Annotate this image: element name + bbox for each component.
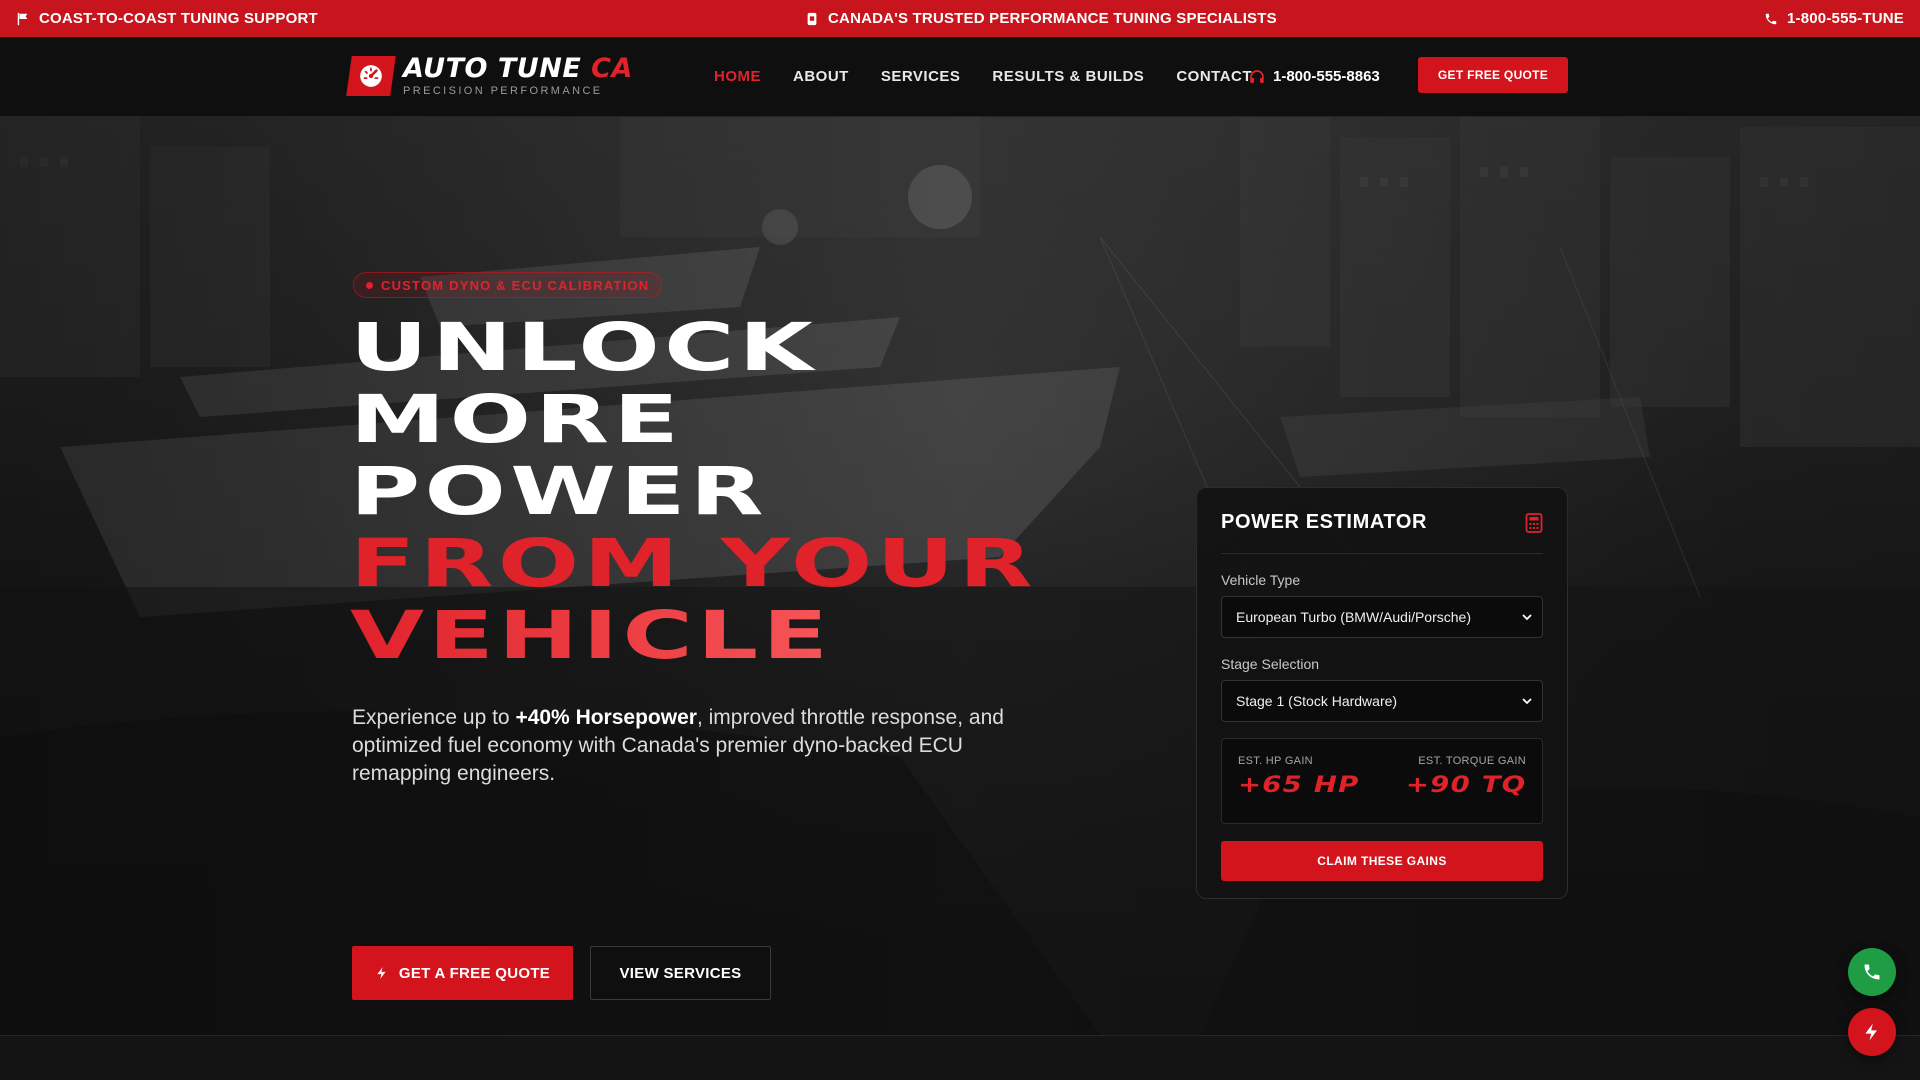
torque-gain-value: +90 TQ <box>1405 773 1526 798</box>
get-free-quote-button[interactable]: GET FREE QUOTE <box>1418 57 1568 93</box>
nav-phone-link[interactable]: 1-800-555-8863 <box>1248 37 1380 116</box>
nav-phone-text: 1-800-555-8863 <box>1273 68 1380 85</box>
chevron-down-icon <box>1522 614 1532 621</box>
estimator-results: EST. HP GAIN +65 HP EST. TORQUE GAIN +90… <box>1221 738 1543 824</box>
hp-gain-label: EST. HP GAIN <box>1238 755 1313 767</box>
stage-selection-select[interactable]: Stage 1 (Stock Hardware) <box>1221 680 1543 722</box>
phone-icon <box>1765 13 1777 24</box>
site-logo[interactable]: AUTO TUNE CA PRECISION PERFORMANCE <box>346 55 633 98</box>
hp-gain-value: +65 HP <box>1238 773 1360 798</box>
claim-these-gains-button[interactable]: CLAIM THESE GAINS <box>1221 841 1543 881</box>
floating-quote-button[interactable] <box>1848 1008 1896 1056</box>
badge-icon <box>807 12 817 25</box>
vehicle-type-label: Vehicle Type <box>1221 572 1301 588</box>
headline-line-5: VEHICLE <box>350 600 1037 672</box>
next-section-edge <box>0 1035 1920 1080</box>
headset-icon <box>1250 69 1264 83</box>
headline-line-3: POWER <box>350 453 768 530</box>
torque-gain-result: EST. TORQUE GAIN +90 TQ <box>1405 755 1526 823</box>
torque-gain-label: EST. TORQUE GAIN <box>1418 755 1526 767</box>
flag-icon <box>17 12 28 25</box>
hero-lead-text: Experience up to +40% Horsepower, improv… <box>352 704 1032 788</box>
lightning-icon <box>377 967 386 979</box>
nav-item-services[interactable]: SERVICES <box>881 68 961 85</box>
headline-line-4: FROM YOUR <box>350 525 1037 602</box>
headline-line-2: MORE <box>350 381 684 458</box>
logo-text: AUTO TUNE CA PRECISION PERFORMANCE <box>403 55 633 98</box>
vehicle-type-select[interactable]: European Turbo (BMW/Audi/Porsche) <box>1221 596 1543 638</box>
estimator-header: POWER ESTIMATOR <box>1221 488 1543 554</box>
power-estimator-card: POWER ESTIMATOR Vehicle Type European Tu… <box>1196 487 1568 899</box>
nav-item-results-builds[interactable]: RESULTS & BUILDS <box>992 68 1144 85</box>
lightning-icon <box>1865 1023 1877 1041</box>
primary-button-label: GET A FREE QUOTE <box>398 964 551 982</box>
view-services-button[interactable]: VIEW SERVICES <box>590 946 771 1000</box>
floating-call-button[interactable] <box>1848 948 1896 996</box>
nav-item-contact[interactable]: CONTACT <box>1176 68 1252 85</box>
lead-highlight: +40% Horsepower <box>515 706 697 729</box>
logo-title: AUTO TUNE CA <box>403 55 633 83</box>
topbar-phone-link[interactable]: 1-800-555-TUNE <box>1764 10 1904 27</box>
logo-main-text: AUTO TUNE <box>403 53 582 84</box>
phone-icon <box>1864 964 1880 980</box>
calculator-icon <box>1525 512 1543 533</box>
stage-selection-value: Stage 1 (Stock Hardware) <box>1236 693 1398 709</box>
chevron-down-icon <box>1522 698 1532 705</box>
topbar-tagline: CANADA'S TRUSTED PERFORMANCE TUNING SPEC… <box>828 10 1277 27</box>
logo-subtitle: PRECISION PERFORMANCE <box>403 85 603 97</box>
badge-dot <box>366 281 373 289</box>
headline-line-1: UNLOCK <box>350 309 818 386</box>
logo-mark <box>346 56 396 96</box>
hero-section: CUSTOM DYNO & ECU CALIBRATION UNLOCK MOR… <box>0 117 1920 1035</box>
topbar-support-text: COAST-TO-COAST TUNING SUPPORT <box>39 10 318 27</box>
estimator-title: POWER ESTIMATOR <box>1221 511 1428 533</box>
main-navigation: AUTO TUNE CA PRECISION PERFORMANCE HOME … <box>0 37 1920 117</box>
hero-badge: CUSTOM DYNO & ECU CALIBRATION <box>353 272 663 298</box>
nav-menu: HOME ABOUT SERVICES RESULTS & BUILDS CON… <box>714 37 1284 116</box>
hp-gain-result: EST. HP GAIN +65 HP <box>1238 755 1358 823</box>
vehicle-type-value: European Turbo (BMW/Audi/Porsche) <box>1236 609 1471 625</box>
hero-headline: UNLOCK MORE POWER FROM YOUR VEHICLE <box>350 312 1037 672</box>
lead-before: Experience up to <box>352 706 516 729</box>
stage-selection-label: Stage Selection <box>1221 656 1320 672</box>
speedometer-icon <box>360 65 382 87</box>
top-announcement-bar: COAST-TO-COAST TUNING SUPPORT CANADA'S T… <box>0 0 1920 37</box>
topbar-center: CANADA'S TRUSTED PERFORMANCE TUNING SPEC… <box>805 10 1277 27</box>
topbar-phone-text: 1-800-555-TUNE <box>1786 10 1904 27</box>
topbar-left: COAST-TO-COAST TUNING SUPPORT <box>16 10 318 27</box>
logo-accent-text: CA <box>591 53 633 84</box>
nav-item-about[interactable]: ABOUT <box>793 68 849 85</box>
nav-item-home[interactable]: HOME <box>714 68 761 85</box>
get-a-free-quote-button[interactable]: GET A FREE QUOTE <box>352 946 573 1000</box>
hero-badge-text: CUSTOM DYNO & ECU CALIBRATION <box>381 277 650 293</box>
